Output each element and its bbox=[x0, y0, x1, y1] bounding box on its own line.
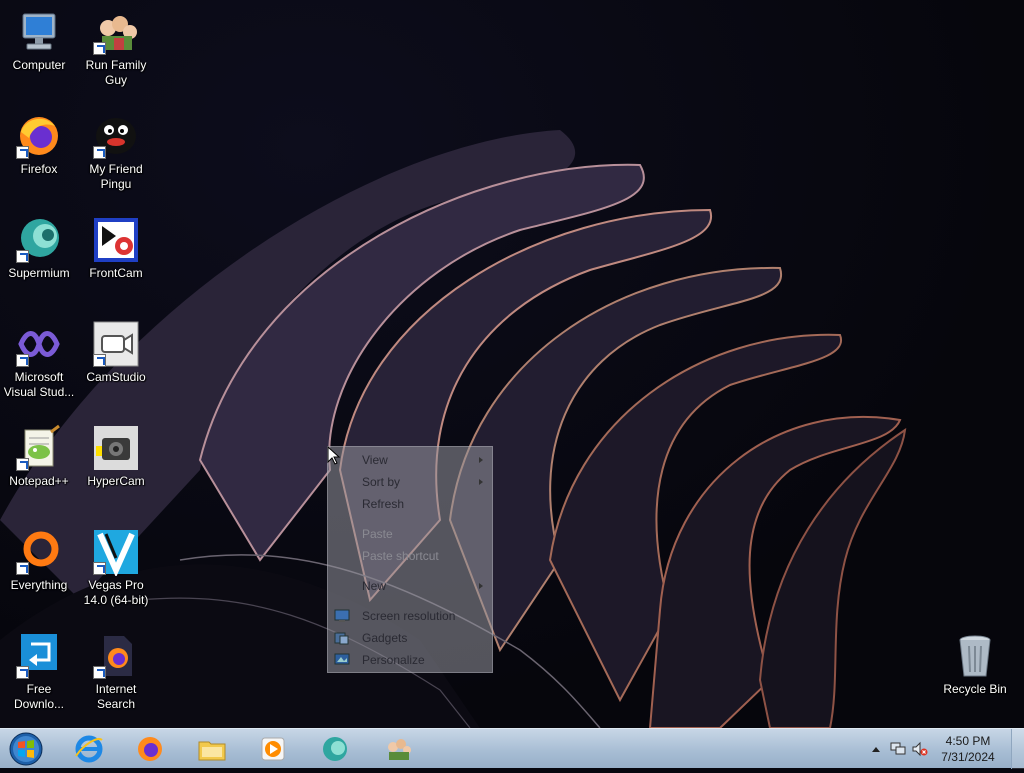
notification-area: 4:50 PM 7/31/2024 bbox=[864, 729, 1024, 769]
show-desktop-button[interactable] bbox=[1011, 729, 1024, 769]
submenu-arrow-icon bbox=[479, 457, 483, 463]
shortcut-arrow-icon bbox=[16, 354, 29, 367]
desktop[interactable]: Computer Firefox Supermium Microsoft Vis… bbox=[0, 0, 1024, 728]
firefox-icon bbox=[138, 737, 162, 761]
menu-item-new[interactable]: New bbox=[328, 576, 492, 596]
desktop-context-menu: View Sort by Refresh Paste Paste shortcu… bbox=[327, 446, 493, 673]
clock[interactable]: 4:50 PM 7/31/2024 bbox=[935, 733, 1001, 765]
desktop-icon-supermium[interactable]: Supermium bbox=[0, 216, 78, 281]
desktop-icon-internet-search[interactable]: Internet Search bbox=[77, 632, 155, 712]
submenu-arrow-icon bbox=[479, 479, 483, 485]
icon-label: Microsoft Visual Stud... bbox=[3, 370, 75, 399]
menu-item-label: Paste bbox=[362, 527, 393, 541]
display-icon bbox=[334, 609, 350, 622]
shortcut-arrow-icon bbox=[16, 562, 29, 575]
hypercam-icon bbox=[94, 426, 138, 470]
file-explorer-icon bbox=[198, 741, 226, 761]
clock-date: 7/31/2024 bbox=[941, 750, 995, 764]
taskbar-pin-internet-explorer[interactable] bbox=[63, 730, 115, 768]
icon-label: HyperCam bbox=[87, 474, 145, 488]
menu-item-label: Refresh bbox=[362, 497, 405, 511]
menu-item-label: Screen resolution bbox=[362, 609, 456, 623]
shortcut-arrow-icon bbox=[16, 666, 29, 679]
menu-item-paste-shortcut: Paste shortcut bbox=[328, 546, 492, 566]
icon-label: Internet Search bbox=[95, 682, 137, 711]
volume-muted-icon[interactable] bbox=[912, 741, 928, 757]
taskbar-pin-media-player[interactable] bbox=[247, 730, 299, 768]
shortcut-arrow-icon bbox=[16, 250, 29, 263]
clock-time: 4:50 PM bbox=[945, 734, 991, 748]
icon-label: Run Family Guy bbox=[85, 58, 147, 87]
personalize-icon bbox=[334, 653, 350, 665]
desktop-icon-firefox[interactable]: Firefox bbox=[0, 112, 78, 177]
shortcut-arrow-icon bbox=[93, 562, 106, 575]
gadgets-icon bbox=[334, 632, 349, 645]
windows-orb-icon bbox=[9, 732, 43, 766]
shortcut-arrow-icon bbox=[93, 666, 106, 679]
icon-label: CamStudio bbox=[86, 370, 146, 384]
icon-label: Notepad++ bbox=[9, 474, 69, 488]
menu-item-label: New bbox=[362, 579, 387, 593]
icon-label: My Friend Pingu bbox=[89, 162, 143, 191]
menu-item-personalize[interactable]: Personalize bbox=[328, 650, 492, 670]
icon-label: Everything bbox=[10, 578, 68, 592]
network-icon[interactable] bbox=[890, 741, 906, 757]
menu-item-label: Personalize bbox=[362, 653, 425, 667]
menu-item-refresh[interactable]: Refresh bbox=[328, 494, 492, 514]
shortcut-arrow-icon bbox=[93, 146, 106, 159]
desktop-icon-my-friend-pingu[interactable]: My Friend Pingu bbox=[77, 112, 155, 192]
desktop-icon-recycle-bin[interactable]: Recycle Bin bbox=[936, 632, 1014, 697]
menu-item-label: Gadgets bbox=[362, 631, 408, 645]
taskbar-pin-file-explorer[interactable] bbox=[186, 730, 238, 768]
desktop-icon-visual-studio[interactable]: Microsoft Visual Stud... bbox=[0, 320, 78, 400]
desktop-icon-computer[interactable]: Computer bbox=[0, 8, 78, 73]
taskbar-pin-family-guy[interactable] bbox=[372, 730, 424, 768]
shortcut-arrow-icon bbox=[93, 42, 106, 55]
shortcut-arrow-icon bbox=[93, 354, 106, 367]
desktop-icon-frontcam[interactable]: FrontCam bbox=[77, 216, 155, 281]
icon-label: Computer bbox=[12, 58, 66, 72]
menu-item-screen-resolution[interactable]: Screen resolution bbox=[328, 606, 492, 626]
computer-icon bbox=[22, 13, 56, 50]
recycle-bin-icon bbox=[959, 635, 991, 677]
supermium-icon bbox=[323, 737, 347, 761]
media-player-icon bbox=[261, 737, 285, 761]
icon-label: Firefox bbox=[20, 162, 58, 176]
desktop-icon-free-download-manager[interactable]: Free Downlo... bbox=[0, 632, 78, 712]
menu-item-gadgets[interactable]: Gadgets bbox=[328, 628, 492, 648]
menu-item-sort-by[interactable]: Sort by bbox=[328, 472, 492, 492]
icon-label: FrontCam bbox=[89, 266, 143, 280]
icon-label: Vegas Pro 14.0 (64-bit) bbox=[83, 578, 149, 607]
desktop-icon-everything[interactable]: Everything bbox=[0, 528, 78, 593]
show-hidden-icons-chevron[interactable] bbox=[872, 747, 880, 752]
internet-explorer-icon bbox=[75, 735, 103, 763]
taskbar-pin-firefox[interactable] bbox=[124, 730, 176, 768]
frontcam-icon bbox=[94, 218, 138, 262]
desktop-icon-run-family-guy[interactable]: Run Family Guy bbox=[77, 8, 155, 88]
menu-item-label: Sort by bbox=[362, 475, 401, 489]
shortcut-arrow-icon bbox=[16, 146, 29, 159]
icon-label: Supermium bbox=[8, 266, 70, 280]
menu-item-label: View bbox=[362, 453, 388, 467]
mouse-cursor-icon bbox=[327, 446, 341, 465]
family-guy-icon bbox=[388, 739, 411, 760]
taskbar-pin-supermium[interactable] bbox=[309, 730, 361, 768]
icon-label: Recycle Bin bbox=[943, 682, 1007, 696]
desktop-icon-hypercam[interactable]: HyperCam bbox=[77, 424, 155, 489]
shortcut-arrow-icon bbox=[16, 458, 29, 471]
desktop-icon-notepadpp[interactable]: Notepad++ bbox=[0, 424, 78, 489]
start-button[interactable] bbox=[6, 730, 46, 768]
icon-label: Free Downlo... bbox=[13, 682, 65, 711]
taskbar: 4:50 PM 7/31/2024 bbox=[0, 728, 1024, 769]
desktop-icon-camstudio[interactable]: CamStudio bbox=[77, 320, 155, 385]
menu-item-view[interactable]: View bbox=[328, 450, 492, 470]
submenu-arrow-icon bbox=[479, 583, 483, 589]
desktop-icon-vegas-pro[interactable]: Vegas Pro 14.0 (64-bit) bbox=[77, 528, 155, 608]
menu-item-label: Paste shortcut bbox=[362, 549, 439, 563]
menu-item-paste: Paste bbox=[328, 524, 492, 544]
